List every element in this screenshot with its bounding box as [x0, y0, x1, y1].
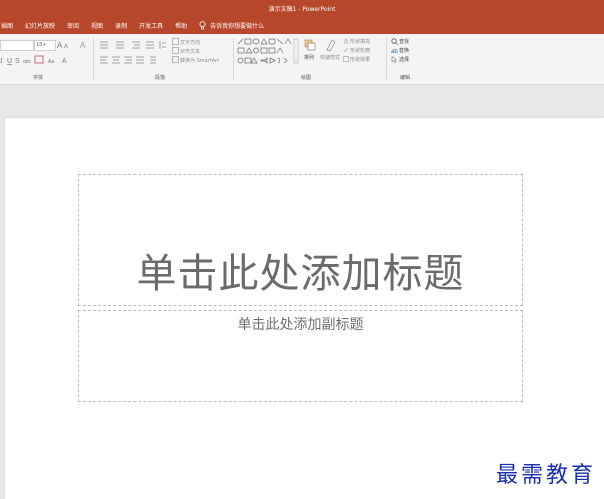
drawing-group-label: 绘图 — [300, 75, 311, 81]
quick-styles-icon[interactable] — [325, 38, 337, 52]
svg-text:A: A — [64, 44, 68, 49]
watermark-logo: 最需教育 — [495, 463, 596, 488]
convert-smartart-button[interactable]: 转换为 SmartArt — [180, 57, 219, 64]
shape-effects-button[interactable]: 形状效果 — [350, 56, 370, 63]
smartart-icon — [172, 56, 179, 63]
font-group-label: 字体 — [32, 75, 43, 81]
group-divider — [233, 38, 234, 80]
arrange-icon[interactable] — [304, 39, 316, 51]
find-icon — [391, 38, 398, 45]
arrange-button[interactable]: 排列 — [304, 54, 314, 61]
title-placeholder[interactable]: 单击此处添加标题 — [78, 174, 523, 306]
paragraph-group-label: 段落 — [154, 75, 165, 81]
select-button[interactable]: 选择 — [399, 56, 409, 63]
tab-slideshow[interactable]: 幻灯片放映 — [19, 21, 61, 30]
font-name-box[interactable] — [0, 40, 34, 51]
editing-group-label: 编辑 — [399, 75, 410, 81]
svg-text:S: S — [15, 58, 20, 65]
select-icon — [391, 56, 398, 63]
group-divider — [386, 38, 387, 80]
tab-record[interactable]: 录制 — [109, 21, 133, 30]
tab-help[interactable]: 帮助 — [169, 21, 193, 30]
lightbulb-icon — [199, 20, 206, 29]
text-direction-icon — [172, 38, 179, 45]
tab-review[interactable]: 审阅 — [61, 21, 85, 30]
subtitle-placeholder-text: 单击此处添加副标题 — [237, 317, 364, 333]
tab-insert[interactable]: 插图 — [0, 21, 19, 30]
title-bar: 演示文稿1 - PowerPoint — [0, 0, 604, 16]
svg-text:Aa: Aa — [48, 59, 54, 65]
bold-italic-underline-icons[interactable]: I U S abc Aa A — [0, 55, 70, 65]
title-placeholder-text: 单击此处添加标题 — [136, 251, 465, 297]
replace-icon: ab — [391, 49, 398, 54]
shapes-gallery[interactable] — [237, 38, 299, 66]
shape-effects-icon — [343, 56, 349, 62]
font-size-box[interactable]: 18+ — [34, 40, 56, 51]
window-title: 演示文稿1 - PowerPoint — [268, 5, 336, 13]
svg-text:A: A — [62, 58, 67, 65]
subtitle-placeholder[interactable]: 单击此处添加副标题 — [78, 310, 523, 402]
increase-font-icon[interactable]: A A — [57, 40, 75, 49]
find-button[interactable]: 查找 — [399, 38, 409, 45]
shape-fill-button[interactable]: 形状填充 — [350, 38, 370, 45]
tell-me-box[interactable]: 告诉我你想要做什么 — [199, 20, 265, 30]
text-direction-button[interactable]: 文字方向 — [180, 39, 200, 46]
shape-outline-icon — [343, 47, 349, 53]
shape-fill-icon — [343, 38, 349, 44]
ribbon: 18+ A A A I U S abc Aa A 字体 文字方向 对齐文本 转换… — [0, 34, 604, 85]
align-icons[interactable] — [98, 55, 168, 65]
svg-text:abc: abc — [23, 59, 32, 65]
replace-button[interactable]: 替换 — [399, 47, 409, 54]
align-text-icon — [172, 47, 179, 54]
svg-text:A: A — [57, 41, 63, 49]
group-divider — [93, 38, 94, 80]
svg-text:U: U — [7, 58, 12, 65]
tell-me-text: 告诉我你想要做什么 — [210, 22, 265, 30]
svg-text:A: A — [80, 41, 86, 49]
clear-format-icon[interactable]: A — [80, 40, 89, 49]
quick-styles-button[interactable]: 快速样式 — [320, 54, 340, 61]
font-size-value: 18+ — [36, 42, 47, 48]
bullets-icon[interactable] — [98, 40, 168, 50]
align-text-button[interactable]: 对齐文本 — [180, 48, 200, 55]
ribbon-tabs: 插图 幻灯片放映 审阅 视图 录制 开发工具 帮助 告诉我你想要做什么 — [0, 16, 604, 34]
tab-view[interactable]: 视图 — [85, 21, 109, 30]
tab-developer[interactable]: 开发工具 — [133, 21, 169, 30]
shape-outline-button[interactable]: 形状轮廓 — [350, 47, 370, 54]
svg-text:ab: ab — [391, 49, 398, 54]
svg-text:I: I — [0, 57, 3, 65]
